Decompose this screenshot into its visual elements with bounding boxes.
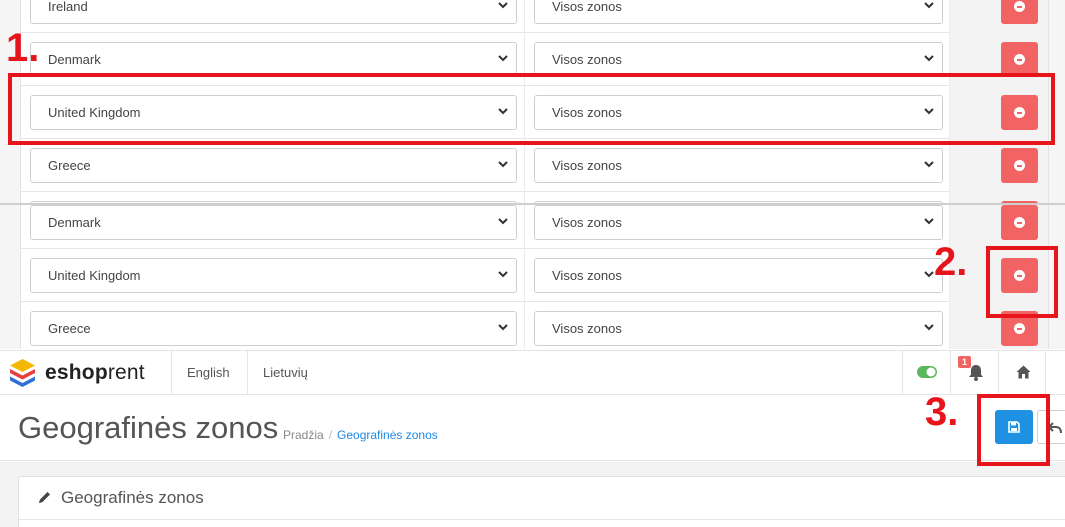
annotation-number-3: 3. [925, 390, 959, 434]
brand-logo[interactable]: eshoprent [45, 361, 145, 385]
brand-bold: eshop [45, 361, 108, 384]
country-value: Ireland [48, 0, 88, 14]
zone-value: Visos zonos [552, 321, 622, 336]
chevron-down-icon [498, 259, 508, 292]
zone-cell: Visos zonos [525, 249, 950, 302]
zone-select[interactable]: Visos zonos [534, 311, 943, 346]
card-title: Geografinės zonos [61, 488, 204, 507]
pencil-icon [39, 492, 50, 503]
delete-row-button[interactable] [1001, 0, 1038, 24]
country-cell: Greece [21, 139, 525, 192]
zone-value: Visos zonos [552, 52, 622, 67]
annotation-number-2: 2. [934, 240, 968, 284]
language-lithuanian-link[interactable]: Lietuvių [247, 351, 323, 394]
chevron-down-icon [498, 43, 508, 76]
zone-select[interactable]: Visos zonos [534, 0, 943, 24]
country-value: Denmark [48, 215, 101, 230]
country-select[interactable]: Greece [30, 148, 517, 183]
home-button[interactable] [998, 351, 1046, 394]
country-select[interactable]: Greece [30, 311, 517, 346]
table-row: Greece Visos zonos [21, 139, 1048, 192]
page-title: Geografinės zonos [18, 410, 279, 445]
country-cell: Greece [21, 302, 525, 349]
annotation-box-3 [977, 394, 1050, 466]
country-select[interactable]: Denmark [30, 205, 517, 240]
delete-row-button[interactable] [1001, 205, 1038, 240]
breadcrumb: Pradžia / Geografinės zonos [283, 428, 438, 442]
breadcrumb-current[interactable]: Geografinės zonos [337, 428, 438, 442]
card-header: Geografinės zonos [19, 477, 1065, 520]
brand-light: rent [107, 361, 145, 384]
zone-value: Visos zonos [552, 268, 622, 283]
chevron-down-icon [924, 43, 934, 76]
zones-card: Geografinės zonos [18, 476, 1065, 527]
chevron-down-icon [924, 312, 934, 345]
delete-row-button[interactable] [1001, 42, 1038, 77]
toggle-icon [917, 366, 937, 378]
country-value: Greece [48, 158, 91, 173]
zone-select[interactable]: Visos zonos [534, 205, 943, 240]
zone-select[interactable]: Visos zonos [534, 148, 943, 183]
chevron-down-icon [498, 312, 508, 345]
action-cell [950, 0, 1048, 33]
minus-circle-icon [1014, 54, 1025, 65]
notifications-button[interactable]: 1 [950, 351, 998, 394]
country-value: United Kingdom [48, 268, 141, 283]
table-row: United Kingdom Visos zonos [21, 249, 1048, 302]
zone-select[interactable]: Visos zonos [534, 258, 943, 293]
minus-circle-icon [1014, 323, 1025, 334]
minus-circle-icon [1014, 1, 1025, 12]
country-cell: Denmark [21, 205, 525, 249]
zone-cell: Visos zonos [525, 0, 950, 33]
top-navbar: eshoprent English Lietuvių 1 [0, 350, 1065, 395]
zone-cell: Visos zonos [525, 139, 950, 192]
country-value: Denmark [48, 52, 101, 67]
minus-circle-icon [1014, 217, 1025, 228]
country-cell: United Kingdom [21, 249, 525, 302]
zones-table-section-2: Denmark Visos zonos United Kingdom Visos… [0, 205, 1065, 349]
chevron-down-icon [924, 259, 934, 292]
annotation-number-1: 1. [6, 26, 40, 70]
zone-cell: Visos zonos [525, 302, 950, 349]
zone-value: Visos zonos [552, 215, 622, 230]
annotation-box-2 [986, 246, 1058, 318]
table-row: Denmark Visos zonos [21, 205, 1048, 249]
chevron-down-icon [498, 149, 508, 182]
annotation-box-1 [8, 73, 1055, 145]
undo-icon [1048, 422, 1062, 434]
zone-select[interactable]: Visos zonos [534, 42, 943, 77]
zones-table: Denmark Visos zonos United Kingdom Visos… [20, 205, 1049, 349]
page-header: Geografinės zonos Pradžia / Geografinės zo… [0, 396, 1065, 461]
language-english-link[interactable]: English [171, 351, 245, 394]
zone-value: Visos zonos [552, 0, 622, 14]
delete-row-button[interactable] [1001, 148, 1038, 183]
home-icon [1016, 365, 1031, 379]
table-row: Ireland Visos zonos [21, 0, 1048, 33]
country-cell: Ireland [21, 0, 525, 33]
breadcrumb-home[interactable]: Pradžia [283, 428, 324, 442]
chevron-down-icon [498, 206, 508, 239]
chevron-down-icon [498, 0, 508, 23]
table-row: Greece Visos zonos [21, 302, 1048, 349]
action-cell [950, 139, 1048, 192]
logo-icon [10, 359, 35, 387]
minus-circle-icon [1014, 160, 1025, 171]
country-select[interactable]: United Kingdom [30, 258, 517, 293]
chevron-down-icon [924, 206, 934, 239]
country-select[interactable]: Ireland [30, 0, 517, 24]
chevron-down-icon [924, 149, 934, 182]
notification-badge: 1 [958, 356, 971, 368]
country-value: Greece [48, 321, 91, 336]
country-select[interactable]: Denmark [30, 42, 517, 77]
zone-value: Visos zonos [552, 158, 622, 173]
chevron-down-icon [924, 0, 934, 23]
zone-cell: Visos zonos [525, 205, 950, 249]
status-toggle[interactable] [902, 351, 950, 394]
